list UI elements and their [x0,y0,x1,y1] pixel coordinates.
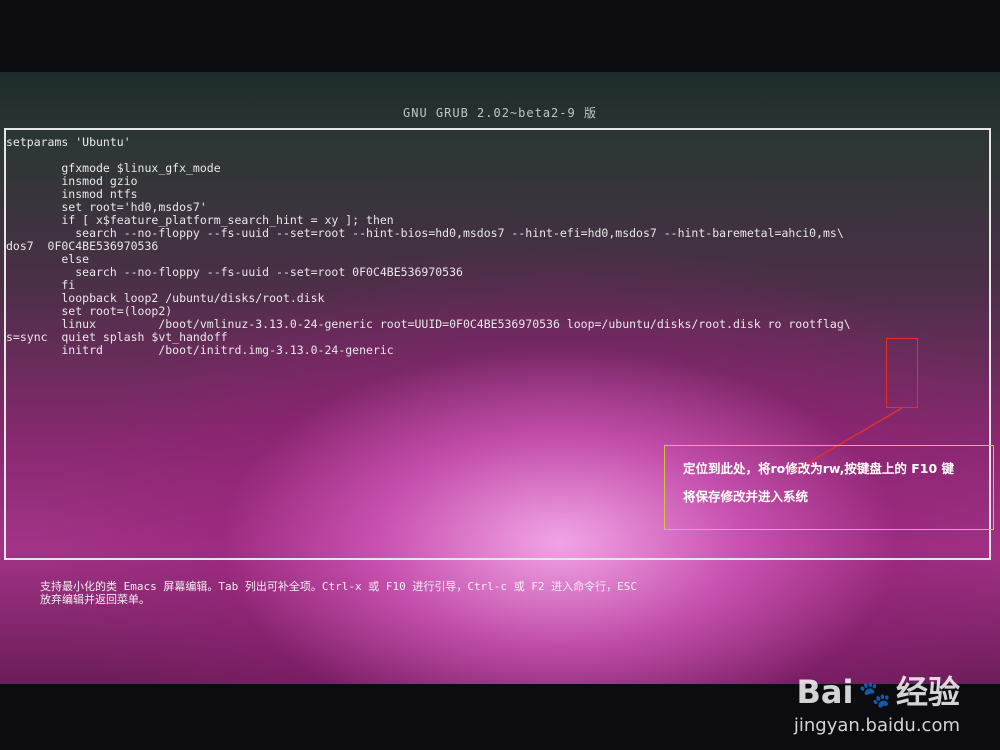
editor-line[interactable]: insmod gzio [6,175,996,188]
baidu-jingyan-watermark: Bai 🐾 经验 jingyan.baidu.com [794,667,960,736]
editor-line[interactable]: search --no-floppy --fs-uuid --set=root … [6,266,996,279]
help-line2: 放弃编辑并返回菜单。 [40,593,150,606]
editor-line[interactable]: gfxmode $linux_gfx_mode [6,162,996,175]
grub-editor[interactable]: setparams 'Ubuntu' gfxmode $linux_gfx_mo… [4,128,994,560]
annotation-callout: 定位到此处，将ro修改为rw,按键盘上的 F10 键 将保存修改并进入系统 [664,445,994,530]
grub-screen: GNU GRUB 2.02~beta2-9 版 setparams 'Ubunt… [0,72,1000,684]
watermark-url: jingyan.baidu.com [793,715,960,736]
editor-line[interactable]: initrd /boot/initrd.img-3.13.0-24-generi… [6,344,996,357]
help-line1: 支持最小化的类 Emacs 屏幕编辑。Tab 列出可补全项。Ctrl-x 或 F… [40,580,638,593]
watermark-brand-suffix: 经验 [895,673,960,711]
annotation-text-line1: 定位到此处，将ro修改为rw,按键盘上的 F10 键 [683,461,955,476]
ro-highlight-box [886,338,918,408]
grub-header-title: GNU GRUB 2.02~beta2-9 版 [403,106,597,120]
annotation-text-line2: 将保存修改并进入系统 [683,489,809,504]
paw-icon: 🐾 [858,680,891,710]
editor-line[interactable]: setparams 'Ubuntu' [6,136,996,149]
grub-help-text: 支持最小化的类 Emacs 屏幕编辑。Tab 列出可补全项。Ctrl-x 或 F… [40,580,980,606]
editor-line[interactable]: dos7 0F0C4BE536970536 [6,240,996,253]
watermark-brand: Bai [796,673,854,711]
